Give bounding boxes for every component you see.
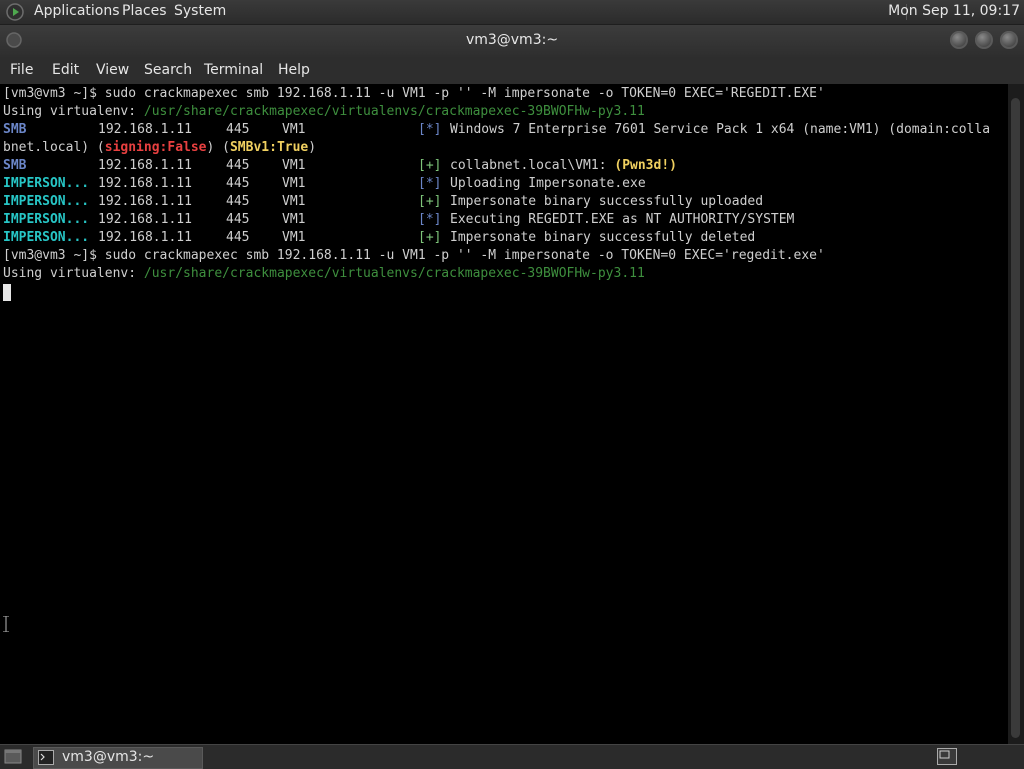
bottom-panel: vm3@vm3:~ <box>0 744 1024 769</box>
ip-address: 192.168.1.11 <box>98 122 192 137</box>
port: 445 <box>226 176 250 191</box>
menu-help[interactable]: Help <box>278 62 310 78</box>
message-text: collabnet.local\VM1: (Pwn3d!) <box>450 157 677 175</box>
terminal-scrollbar[interactable] <box>1008 84 1024 744</box>
terminal-line: IMPERSON... 192.168.1.11 445 VM1 [+] Imp… <box>3 229 1007 247</box>
smbv1-flag: SMBv1:True <box>229 140 309 155</box>
ip-address: 192.168.1.11 <box>98 158 192 173</box>
top-panel: Applications Places System Mon Sep 11, 0… <box>0 0 1024 25</box>
host-name: VM1 <box>282 176 306 191</box>
port: 445 <box>226 230 250 245</box>
message-text: Uploading Impersonate.exe <box>450 176 646 191</box>
applications-menu[interactable]: Applications <box>34 3 120 19</box>
host-name: VM1 <box>282 230 306 245</box>
port: 445 <box>226 212 250 227</box>
port: 445 <box>226 194 250 209</box>
command-text: sudo crackmapexec smb 192.168.1.11 -u VM… <box>104 248 825 263</box>
minimize-button[interactable] <box>950 31 968 49</box>
module-tag: IMPERSON... <box>3 194 90 209</box>
menu-file[interactable]: File <box>10 62 33 78</box>
status-info: [*] <box>418 176 442 191</box>
taskbar-item-terminal[interactable]: vm3@vm3:~ <box>33 747 203 769</box>
window-title: vm3@vm3:~ <box>465 32 559 48</box>
host-name: VM1 <box>282 122 306 137</box>
terminal-line: IMPERSON... 192.168.1.11 445 VM1 [*] Exe… <box>3 211 1007 229</box>
module-tag: IMPERSON... <box>3 230 90 245</box>
terminal-line: [vm3@vm3 ~]$ sudo crackmapexec smb 192.1… <box>3 85 825 103</box>
ip-address: 192.168.1.11 <box>98 194 192 209</box>
message-text: Windows 7 Enterprise 7601 Service Pack 1… <box>450 122 991 137</box>
show-desktop-icon[interactable] <box>4 748 22 765</box>
message-text: ) ( <box>206 140 230 155</box>
venv-label: Using virtualenv: <box>3 104 144 119</box>
message-text: Executing REGEDIT.EXE as NT AUTHORITY/SY… <box>450 212 795 227</box>
ip-address: 192.168.1.11 <box>98 176 192 191</box>
venv-label: Using virtualenv: <box>3 266 144 281</box>
port: 445 <box>226 158 250 173</box>
clock[interactable]: Mon Sep 11, 09:17 <box>888 3 1020 19</box>
terminal-output[interactable]: [vm3@vm3 ~]$ sudo crackmapexec smb 192.1… <box>0 84 1008 744</box>
menubar: File Edit View Search Terminal Help <box>0 57 1024 84</box>
terminal-line: IMPERSON... 192.168.1.11 445 VM1 [*] Upl… <box>3 175 1007 193</box>
module-tag: SMB <box>3 122 27 137</box>
port: 445 <box>226 122 250 137</box>
shell-prompt: [vm3@vm3 ~]$ <box>3 86 105 101</box>
venv-path: /usr/share/crackmapexec/virtualenvs/crac… <box>143 266 645 281</box>
applications-logo-icon[interactable] <box>6 3 24 21</box>
menu-view[interactable]: View <box>96 62 129 78</box>
terminal-line: SMB 192.168.1.11 445 VM1 [+] collabnet.l… <box>3 157 1007 175</box>
module-tag: IMPERSON... <box>3 176 90 191</box>
message-text: ) <box>308 140 317 155</box>
terminal-line: [vm3@vm3 ~]$ sudo crackmapexec smb 192.1… <box>3 247 825 265</box>
places-menu[interactable]: Places <box>122 3 167 19</box>
terminal-line: Using virtualenv: /usr/share/crackmapexe… <box>3 103 645 121</box>
scrollbar-thumb[interactable] <box>1011 98 1020 738</box>
terminal-line: SMB 192.168.1.11 445 VM1 [*] Windows 7 E… <box>3 121 1007 139</box>
menu-search[interactable]: Search <box>144 62 192 78</box>
status-success: [+] <box>418 230 442 245</box>
venv-path: /usr/share/crackmapexec/virtualenvs/crac… <box>143 104 645 119</box>
menu-edit[interactable]: Edit <box>52 62 79 78</box>
terminal-line: Using virtualenv: /usr/share/crackmapexe… <box>3 265 645 283</box>
status-success: [+] <box>418 158 442 173</box>
system-menu[interactable]: System <box>174 3 226 19</box>
terminal-icon <box>38 750 54 765</box>
status-success: [+] <box>418 194 442 209</box>
signing-flag: signing:False <box>104 140 207 155</box>
ip-address: 192.168.1.11 <box>98 230 192 245</box>
login-text: collabnet.local\VM1: <box>450 158 615 173</box>
window-titlebar[interactable]: vm3@vm3:~ <box>0 25 1024 57</box>
host-name: VM1 <box>282 212 306 227</box>
status-info: [*] <box>418 212 442 227</box>
module-tag: IMPERSON... <box>3 212 90 227</box>
menu-terminal[interactable]: Terminal <box>204 62 263 78</box>
shell-prompt: [vm3@vm3 ~]$ <box>3 248 105 263</box>
message-text: Impersonate binary successfully deleted <box>450 230 756 245</box>
taskbar-item-label: vm3@vm3:~ <box>62 749 155 765</box>
close-button[interactable] <box>1000 31 1018 49</box>
workspace-switcher-icon[interactable] <box>937 748 957 765</box>
host-name: VM1 <box>282 158 306 173</box>
text-cursor-icon <box>3 616 9 632</box>
terminal-cursor <box>3 284 11 301</box>
host-name: VM1 <box>282 194 306 209</box>
maximize-button[interactable] <box>975 31 993 49</box>
ip-address: 192.168.1.11 <box>98 212 192 227</box>
terminal-line: bnet.local) (signing:False) (SMBv1:True) <box>3 139 316 157</box>
message-text: Impersonate binary successfully uploaded <box>450 194 764 209</box>
command-text: sudo crackmapexec smb 192.168.1.11 -u VM… <box>104 86 825 101</box>
terminal-line: IMPERSON... 192.168.1.11 445 VM1 [+] Imp… <box>3 193 1007 211</box>
status-info: [*] <box>418 122 442 137</box>
pwned-flag: (Pwn3d!) <box>614 158 677 173</box>
message-text: bnet.local) ( <box>3 140 105 155</box>
module-tag: SMB <box>3 158 27 173</box>
